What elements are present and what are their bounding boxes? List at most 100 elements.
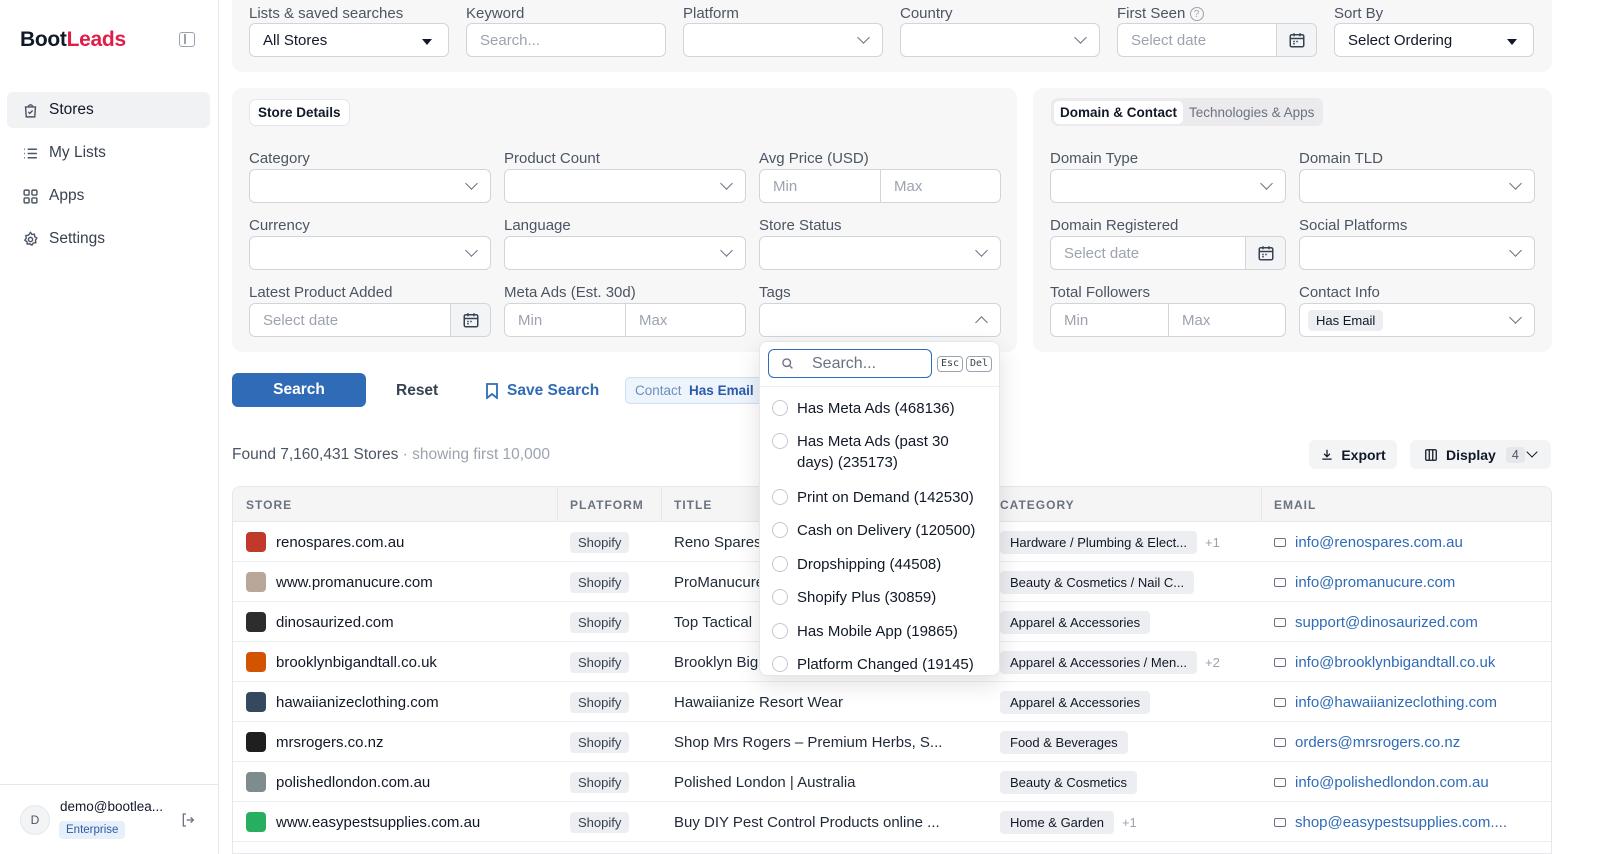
reset-button[interactable]: Reset [396,382,438,400]
contact-info-select[interactable]: Has Email [1299,303,1535,337]
table-row[interactable]: mrsrogers.co.nz Shopify Shop Mrs Rogers – … [233,722,1551,762]
export-button[interactable]: Export [1309,440,1397,469]
checkbox[interactable] [772,656,788,672]
email-link[interactable]: shop@easypestsupplies.com.... [1295,814,1507,831]
tag-option[interactable]: Platform Changed (19145) [772,654,987,675]
first-seen-date[interactable]: Select date [1117,23,1317,57]
category-select[interactable] [249,169,491,203]
tag-option[interactable]: Shopify Plus (30859) [772,587,987,608]
domain-tld-select[interactable] [1299,169,1535,203]
checkbox[interactable] [772,623,788,639]
sort-by-select[interactable]: Select Ordering [1334,23,1534,57]
sidebar-item-stores[interactable]: Stores [7,92,210,128]
tab-domain-contact[interactable]: Domain & Contact [1054,100,1184,124]
keyword-input[interactable]: Search... [466,23,666,57]
store-domain[interactable]: polishedlondon.com.au [276,774,430,791]
store-domain[interactable]: dinosaurized.com [276,614,394,631]
column-header-category[interactable]: CATEGORY [1000,498,1075,512]
calendar-icon[interactable] [1276,24,1316,56]
calendar-icon[interactable] [1245,237,1285,269]
language-select[interactable] [504,236,746,270]
email-link[interactable]: info@renospares.com.au [1295,534,1463,551]
category-cell: Home & Garden +1 [1000,802,1255,842]
table-row[interactable]: www.easypestsupplies.com.au Shopify Buy DI… [233,802,1551,842]
store-domain[interactable]: www.promanucure.com [276,574,433,591]
store-details-panel: Store Details Category Product Count Avg… [232,88,1017,352]
platform-select[interactable] [683,23,883,57]
column-header-email[interactable]: EMAIL [1274,498,1316,512]
checkbox[interactable] [772,489,788,505]
store-domain[interactable]: www.easypestsupplies.com.au [276,814,480,831]
display-columns-button[interactable]: Display 4 [1410,440,1551,469]
lists-select[interactable]: All Stores [249,23,449,57]
email-link[interactable]: info@promanucure.com [1295,574,1455,591]
store-status-select[interactable] [759,236,1001,270]
tag-option-label: Shopify Plus (30859) [797,589,937,606]
table-row[interactable]: polishedlondon.com.au Shopify Polished Lon… [233,762,1551,802]
tab-technologies-apps[interactable]: Technologies & Apps [1183,101,1320,124]
sidebar-item-apps[interactable]: Apps [7,178,210,214]
more-categories-count[interactable]: +1 [1205,535,1220,550]
country-select[interactable] [900,23,1100,57]
tag-option[interactable]: Cash on Delivery (120500) [772,520,987,541]
tag-option[interactable]: Has Meta Ads (past 30 days) (235173) [772,431,987,473]
checkbox[interactable] [772,400,788,416]
latest-product-date[interactable]: Select date [249,303,491,337]
meta-ads-max-input[interactable]: Max [626,312,667,329]
followers-max-input[interactable]: Max [1169,312,1210,329]
tags-select[interactable] [759,303,1001,337]
social-platforms-select[interactable] [1299,236,1535,270]
collapse-sidebar-icon[interactable] [179,32,195,47]
checkbox[interactable] [772,589,788,605]
sidebar-item-my-lists[interactable]: My Lists [7,135,210,171]
app-logo[interactable]: BootLeads [20,28,126,52]
store-details-tab[interactable]: Store Details [250,100,349,125]
checkbox[interactable] [772,433,788,449]
domain-type-select[interactable] [1050,169,1286,203]
checkbox[interactable] [772,522,788,538]
table-row[interactable]: hawaiianizeclothing.com Shopify Hawaiianiz… [233,682,1551,722]
save-search-button[interactable]: Save Search [485,382,599,400]
store-domain[interactable]: hawaiianizeclothing.com [276,694,439,711]
tag-option[interactable]: Has Meta Ads (468136) [772,398,987,419]
store-status-label: Store Status [759,217,842,234]
more-categories-count[interactable]: +1 [1122,815,1137,830]
esc-key-hint[interactable]: Esc [937,356,964,372]
caret-down-icon [1507,39,1517,45]
avg-price-max-input[interactable]: Max [881,178,922,195]
help-icon[interactable]: ? [1189,7,1204,21]
email-link[interactable]: info@polishedlondon.com.au [1295,774,1489,791]
email-link[interactable]: support@dinosaurized.com [1295,614,1478,631]
tag-option[interactable]: Dropshipping (44508) [772,554,987,575]
domain-registered-date[interactable]: Select date [1050,236,1286,270]
contact-info-chip[interactable]: Has Email [1308,309,1384,331]
column-header-title[interactable]: TITLE [674,498,712,512]
store-domain[interactable]: mrsrogers.co.nz [276,734,384,751]
calendar-icon[interactable] [450,304,490,336]
store-domain[interactable]: brooklynbigandtall.co.uk [276,654,437,671]
email-link[interactable]: orders@mrsrogers.co.nz [1295,734,1460,751]
avg-price-min-input[interactable]: Min [760,178,797,195]
more-categories-count[interactable]: +2 [1205,655,1220,670]
tags-search-input[interactable]: Search... [768,349,932,378]
sidebar-item-settings[interactable]: Settings [7,221,210,257]
logout-icon[interactable] [180,812,196,833]
search-button[interactable]: Search [232,373,366,407]
email-link[interactable]: info@brooklynbigandtall.co.uk [1295,654,1495,671]
product-count-select[interactable] [504,169,746,203]
del-key-hint[interactable]: Del [966,356,993,372]
email-link[interactable]: info@hawaiianizeclothing.com [1295,694,1497,711]
active-filter-chip[interactable]: Contact Has Email [625,377,765,404]
currency-select[interactable] [249,236,491,270]
tag-option[interactable]: Print on Demand (142530) [772,487,987,508]
avatar[interactable]: D [20,805,50,835]
country-label: Country [900,5,953,22]
followers-min-input[interactable]: Min [1051,312,1088,329]
checkbox[interactable] [772,556,788,572]
column-header-store[interactable]: STORE [246,498,292,512]
store-domain[interactable]: renospares.com.au [276,534,404,551]
column-header-platform[interactable]: PLATFORM [570,498,644,512]
tag-option[interactable]: Has Mobile App (19865) [772,621,987,642]
meta-ads-min-input[interactable]: Min [505,312,542,329]
title-cell: Buy DIY Pest Control Products online ... [674,802,980,842]
